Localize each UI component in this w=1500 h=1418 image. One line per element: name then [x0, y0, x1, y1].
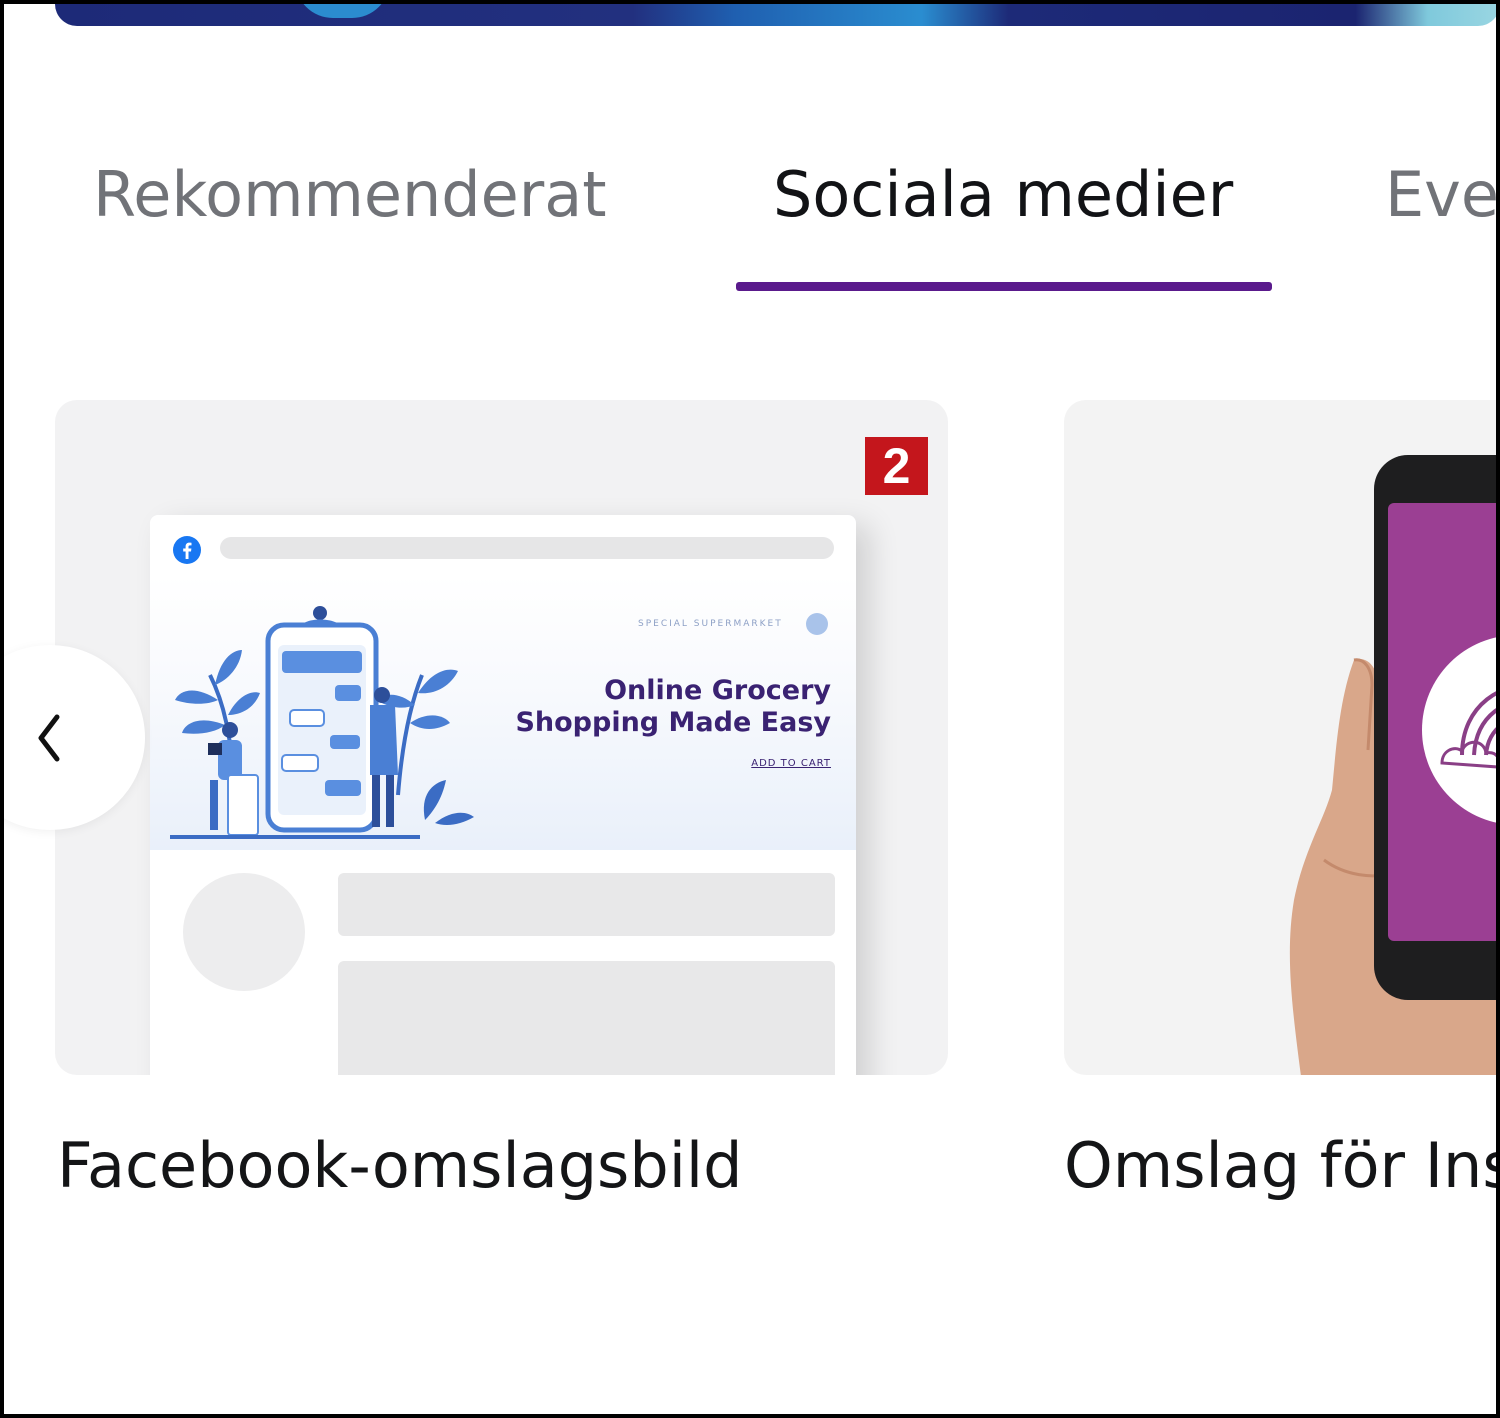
- card-caption-facebook[interactable]: Facebook-omslagsbild: [57, 1130, 743, 1202]
- phone-mockup: [1374, 455, 1500, 1000]
- post-placeholder-block: [338, 961, 835, 1075]
- template-card-facebook-cover[interactable]: 2 SPECIAL SUPERMARKET Online Grocery Sho…: [55, 400, 948, 1075]
- active-tab-indicator: [736, 282, 1272, 291]
- cover-image-preview: SPECIAL SUPERMARKET Online Grocery Shopp…: [150, 575, 856, 850]
- count-badge: 2: [865, 437, 928, 495]
- headline-line-2: Shopping Made Easy: [515, 707, 831, 738]
- chevron-left-icon: [38, 714, 60, 762]
- tab-sociala-medier[interactable]: Sociala medier: [773, 160, 1233, 230]
- avatar-placeholder: [183, 873, 305, 991]
- banner-decoration: [295, 0, 390, 18]
- cover-link-text: ADD TO CART: [751, 758, 831, 769]
- template-card-instagram-cover[interactable]: [1064, 400, 1500, 1075]
- headline-line-1: Online Grocery: [604, 675, 831, 706]
- facebook-page-mockup: SPECIAL SUPERMARKET Online Grocery Shopp…: [150, 515, 856, 1075]
- post-placeholder-line: [338, 873, 835, 936]
- phone-screen: [1388, 503, 1500, 941]
- address-bar-placeholder: [220, 537, 834, 559]
- brand-text: SPECIAL SUPERMARKET: [638, 619, 783, 629]
- card-caption-instagram[interactable]: Omslag för Ins: [1064, 1130, 1500, 1202]
- brand-logo-dot: [806, 613, 828, 635]
- rainbow-icon: [1440, 689, 1500, 769]
- facebook-icon: [173, 536, 201, 564]
- grocery-illustration: [170, 606, 474, 839]
- top-banner: [55, 0, 1500, 26]
- tab-rekommenderat[interactable]: Rekommenderat: [93, 160, 607, 230]
- cover-headline: Online Grocery Shopping Made Easy: [515, 675, 831, 739]
- profile-circle: [1422, 635, 1500, 825]
- tab-eve[interactable]: Eve: [1385, 160, 1499, 230]
